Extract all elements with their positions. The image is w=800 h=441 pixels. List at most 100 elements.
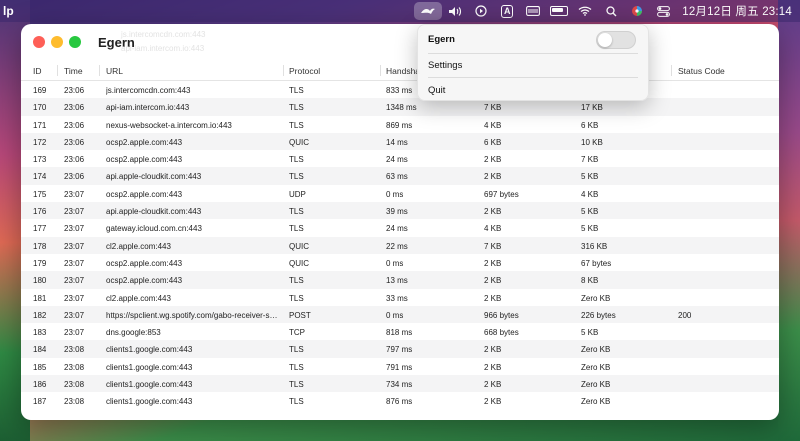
cell-url: https://spclient.wg.spotify.com/gabo-rec…	[106, 310, 281, 320]
window-titlebar[interactable]: Egern js.intercomcdn.com:443 api-iam.int…	[21, 24, 779, 60]
cell-handshake: 876 ms	[386, 397, 413, 407]
table-row[interactable]: 175 23:07 ocsp2.apple.com:443 UDP 0 ms 697 by…	[21, 185, 779, 202]
cell-handshake: 63 ms	[386, 172, 408, 182]
table-row[interactable]: 181 23:07 cl2.apple.com:443 TLS 33 ms 2 KB Zer…	[21, 289, 779, 306]
cell-url: clients1.google.com:443	[106, 397, 193, 407]
menubar-clock[interactable]: 12月12日 周五 23:14	[682, 3, 792, 19]
cell-handshake: 24 ms	[386, 224, 408, 234]
cell-download: 4 KB	[581, 189, 599, 199]
cell-upload: 2 KB	[484, 362, 502, 372]
table-row[interactable]: 170 23:06 api-iam.intercom.io:443 TLS 1348 m…	[21, 98, 779, 116]
table-row[interactable]: 186 23:08 clients1.google.com:443 TLS 734 ms…	[21, 375, 779, 393]
color-wheel-icon[interactable]	[624, 0, 650, 22]
table-row[interactable]: 172 23:06 ocsp2.apple.com:443 QUIC 14 ms 6 KB…	[21, 132, 779, 151]
cell-url: ocsp2.apple.com:443	[106, 276, 183, 286]
cell-time: 23:07	[64, 189, 85, 199]
column-divider[interactable]	[283, 65, 284, 76]
column-header-protocol[interactable]: Protocol	[289, 66, 320, 76]
table-row[interactable]: 173 23:06 ocsp2.apple.com:443 TLS 24 ms 2 KB 7…	[21, 150, 779, 167]
cell-id: 180	[33, 276, 47, 286]
control-center-icon[interactable]	[650, 0, 676, 22]
cell-handshake: 1348 ms	[386, 103, 417, 113]
table-row[interactable]: 178 23:07 cl2.apple.com:443 QUIC 22 ms 7 KB 31…	[21, 236, 779, 254]
column-header-handshake[interactable]: Handsha	[386, 66, 420, 76]
table-row[interactable]: 187 23:08 clients1.google.com:443 TLS 876 ms…	[21, 392, 779, 409]
column-divider[interactable]	[99, 65, 100, 76]
ghost-row-text: api-iam.intercom.io:443	[121, 44, 205, 53]
cell-id: 187	[33, 397, 47, 407]
cell-protocol: QUIC	[289, 258, 309, 268]
table-row[interactable]: 180 23:07 ocsp2.apple.com:443 TLS 13 ms 2 KB 8…	[21, 271, 779, 289]
cell-protocol: TLS	[289, 380, 304, 390]
menu-divider	[428, 77, 638, 78]
input-a-icon[interactable]: A	[494, 0, 520, 22]
cell-time: 23:06	[64, 155, 85, 165]
column-header-time[interactable]: Time	[64, 66, 83, 76]
table-row[interactable]: 184 23:08 clients1.google.com:443 TLS 797 ms…	[21, 340, 779, 358]
minimize-window-button[interactable]	[51, 36, 63, 48]
cell-download: 8 KB	[581, 276, 599, 286]
cell-id: 169	[33, 86, 47, 95]
cell-id: 176	[33, 207, 47, 217]
cell-handshake: 734 ms	[386, 380, 413, 390]
cell-protocol: TLS	[289, 293, 304, 303]
cell-handshake: 833 ms	[386, 86, 413, 95]
menubar-app-name-fragment[interactable]: lp	[3, 4, 14, 18]
cell-time: 23:07	[64, 328, 85, 338]
zoom-window-button[interactable]	[69, 36, 81, 48]
close-window-button[interactable]	[33, 36, 45, 48]
table-row[interactable]: 177 23:07 gateway.icloud.com.cn:443 TLS 24 m…	[21, 219, 779, 236]
cell-id: 179	[33, 258, 47, 268]
table-row[interactable]: 174 23:06 api.apple-cloudkit.com:443 TLS 63 …	[21, 167, 779, 185]
cell-download: 67 bytes	[581, 258, 612, 268]
menu-divider	[428, 53, 638, 54]
cell-id: 182	[33, 310, 47, 320]
cell-download: 6 KB	[581, 120, 599, 130]
table-row[interactable]: 176 23:07 api.apple-cloudkit.com:443 TLS 39 …	[21, 202, 779, 220]
cell-url: api-iam.intercom.io:443	[106, 103, 190, 113]
cell-handshake: 39 ms	[386, 207, 408, 217]
play-icon[interactable]	[468, 0, 494, 22]
egern-icon[interactable]	[414, 2, 443, 20]
column-header-url[interactable]: URL	[106, 66, 123, 76]
cell-upload: 2 KB	[484, 207, 502, 217]
column-divider[interactable]	[671, 65, 672, 76]
column-divider[interactable]	[380, 65, 381, 76]
wifi-icon[interactable]	[572, 0, 598, 22]
cell-protocol: UDP	[289, 189, 306, 199]
cell-url: ocsp2.apple.com:443	[106, 137, 183, 147]
settings-menu-item[interactable]: Settings	[428, 56, 462, 74]
cell-download: 5 KB	[581, 207, 599, 217]
column-header-status-code[interactable]: Status Code	[678, 66, 725, 76]
cell-time: 23:06	[64, 120, 85, 130]
battery-icon[interactable]	[546, 0, 572, 22]
table-row[interactable]: 171 23:06 nexus-websocket-a.intercom.io:44…	[21, 116, 779, 133]
cell-id: 172	[33, 137, 47, 147]
table-row[interactable]: 185 23:08 clients1.google.com:443 TLS 791 ms…	[21, 358, 779, 375]
cell-upload: 2 KB	[484, 155, 502, 165]
menu-title: Egern	[428, 33, 455, 45]
keyboard-icon[interactable]	[520, 0, 546, 22]
cell-id: 178	[33, 241, 47, 251]
cell-handshake: 0 ms	[386, 310, 404, 320]
column-divider[interactable]	[57, 65, 58, 76]
table-row[interactable]: 169 23:06 js.intercomcdn.com:443 TLS 833 ms	[21, 81, 779, 98]
cell-status: 200	[678, 310, 692, 320]
table-row[interactable]: 182 23:07 https://spclient.wg.spotify.com/…	[21, 305, 779, 324]
cell-protocol: TLS	[289, 103, 304, 113]
cell-id: 186	[33, 380, 47, 390]
table-row[interactable]: 183 23:07 dns.google:853 TCP 818 ms 668 bytes…	[21, 323, 779, 340]
cell-upload: 2 KB	[484, 276, 502, 286]
volume-icon[interactable]	[442, 0, 468, 22]
cell-handshake: 869 ms	[386, 120, 413, 130]
quit-menu-item[interactable]: Quit	[428, 81, 445, 99]
cell-id: 184	[33, 345, 47, 355]
enable-toggle[interactable]	[596, 31, 636, 49]
search-icon[interactable]	[598, 0, 624, 22]
table-row[interactable]: 179 23:07 ocsp2.apple.com:443 QUIC 0 ms 2 KB 6…	[21, 254, 779, 271]
column-header-id[interactable]: ID	[33, 66, 42, 76]
cell-url: nexus-websocket-a.intercom.io:443	[106, 120, 232, 130]
cell-protocol: TLS	[289, 120, 304, 130]
cell-protocol: TLS	[289, 397, 304, 407]
cell-id: 173	[33, 155, 47, 165]
